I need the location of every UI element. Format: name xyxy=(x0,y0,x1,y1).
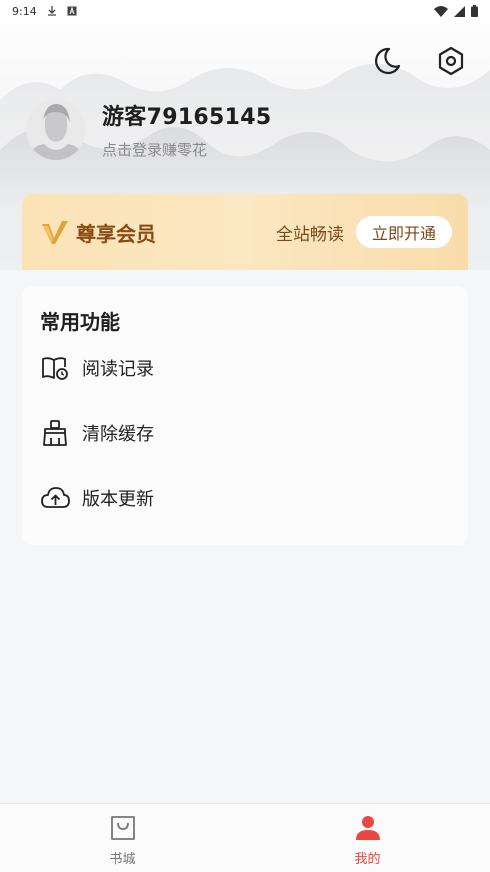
battery-icon xyxy=(471,5,478,17)
function-label: 版本更新 xyxy=(82,488,154,510)
avatar[interactable] xyxy=(26,98,86,160)
nav-mine[interactable]: 我的 xyxy=(245,804,490,872)
vip-description: 全站畅读 xyxy=(275,224,344,245)
status-bar: 9:14 xyxy=(0,0,490,22)
function-label: 清除缓存 xyxy=(82,423,154,445)
version-update-item[interactable]: 版本更新 xyxy=(40,465,450,530)
clear-cache-item[interactable]: 清除缓存 xyxy=(40,400,450,465)
wifi-icon xyxy=(434,5,448,17)
vip-v-icon xyxy=(42,221,68,244)
shopping-bag-icon xyxy=(110,815,135,840)
signal-icon xyxy=(454,5,465,17)
nav-label-bookstore: 书城 xyxy=(109,851,136,867)
hexagon-gear-icon xyxy=(438,46,464,76)
status-time: 9:14 xyxy=(12,4,37,18)
moon-icon xyxy=(375,47,401,75)
username: 游客79165145 xyxy=(102,104,272,130)
header-actions xyxy=(370,44,468,78)
night-mode-button[interactable] xyxy=(370,44,404,78)
vip-banner[interactable]: 尊享会员 全站畅读 立即开通 xyxy=(22,194,468,270)
cloud-upload-icon xyxy=(41,486,70,508)
vip-title: 尊享会员 xyxy=(76,221,156,246)
nav-label-mine: 我的 xyxy=(354,851,381,867)
login-hint[interactable]: 点击登录赚零花 xyxy=(102,139,271,160)
profile-section[interactable]: 游客79165145 点击登录赚零花 xyxy=(26,98,271,160)
vip-open-button[interactable]: 立即开通 xyxy=(355,216,452,248)
broom-icon xyxy=(43,419,67,446)
section-heading: 常用功能 xyxy=(40,310,120,334)
reading-history-item[interactable]: 阅读记录 xyxy=(40,335,450,400)
settings-button[interactable] xyxy=(434,44,468,78)
default-avatar-icon xyxy=(26,99,86,160)
bottom-navigation: 书城 我的 xyxy=(0,803,490,872)
download-icon xyxy=(47,6,56,16)
a-icon xyxy=(67,6,77,16)
book-history-icon xyxy=(42,356,68,380)
nav-bookstore[interactable]: 书城 xyxy=(0,804,245,872)
function-label: 阅读记录 xyxy=(82,358,154,380)
user-icon xyxy=(355,815,380,840)
common-functions-card: 常用功能 阅读记录 清除缓存 版本更新 xyxy=(22,286,468,545)
